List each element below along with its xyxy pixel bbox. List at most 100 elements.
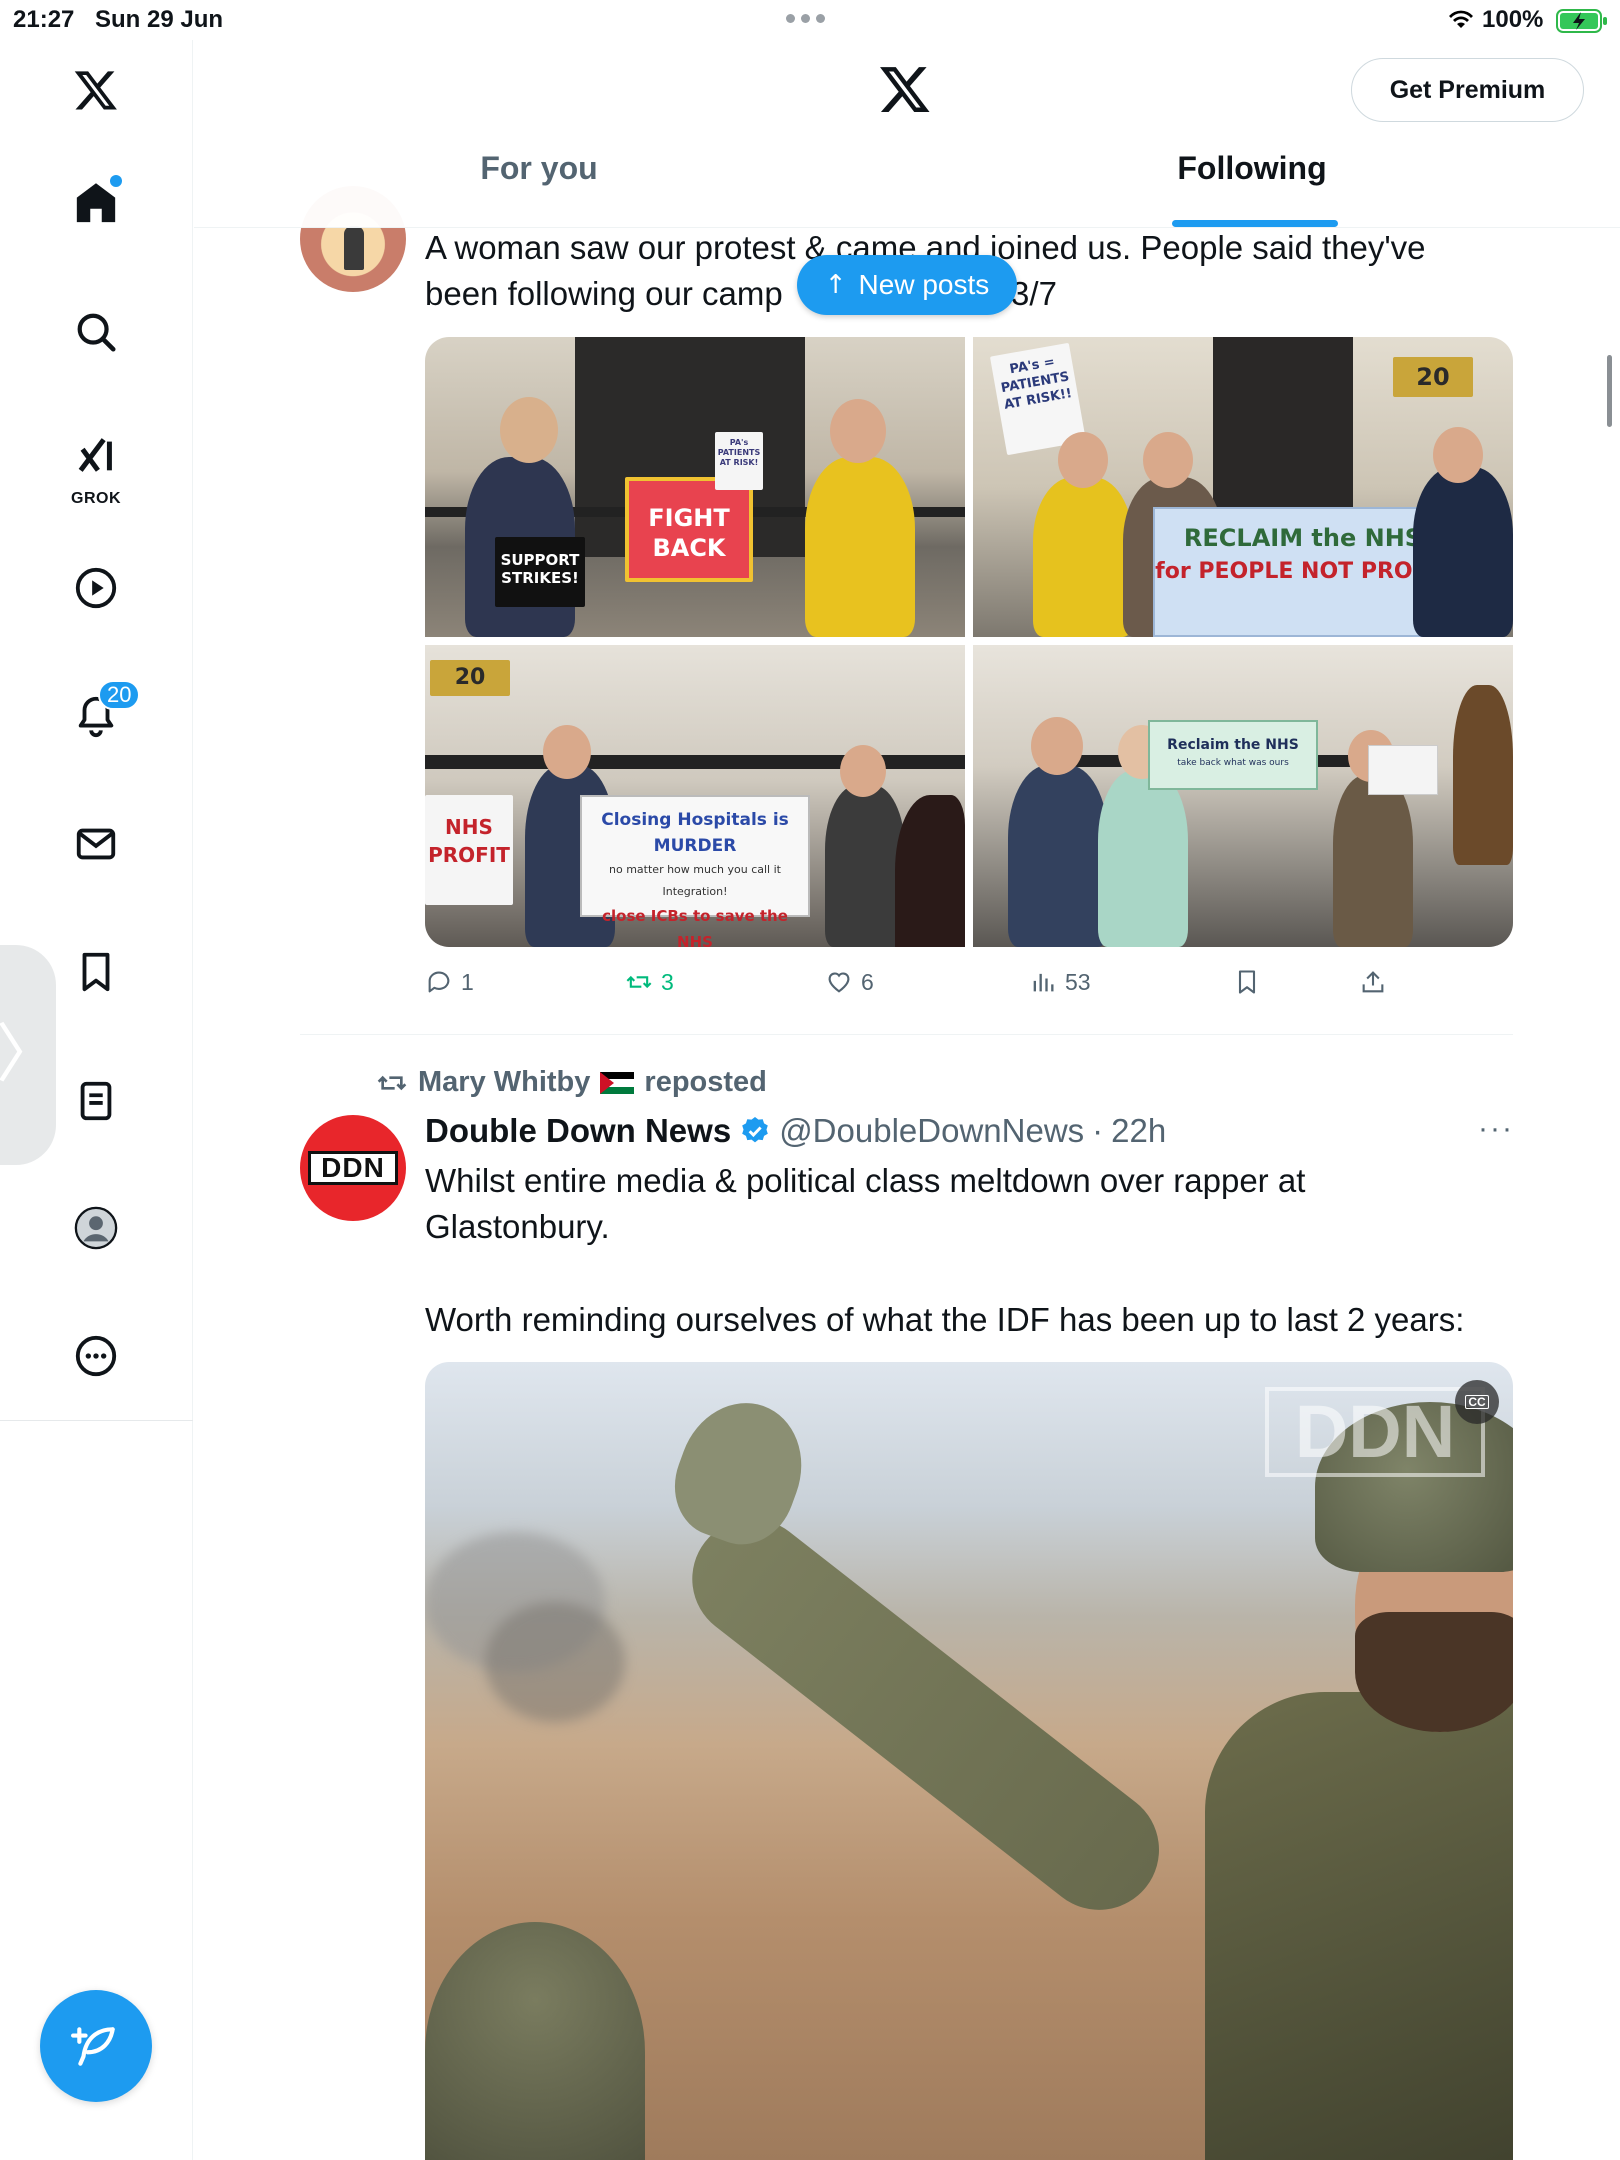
- tweet-text-fragment: been following our camp: [425, 275, 783, 312]
- photo-banner: Closing Hospitals is MURDER no matter ho…: [580, 795, 810, 947]
- photo-bag-text: SUPPORT STRIKES!: [495, 537, 585, 607]
- video-figure: [1355, 1612, 1513, 1732]
- tweet-photo-grid: SUPPORT STRIKES! FIGHT BACK PA's PATIENT…: [425, 337, 1513, 947]
- tweet-timestamp[interactable]: 22h: [1111, 1112, 1166, 1150]
- active-tab-indicator: [1172, 220, 1338, 227]
- tweet-text-line: Whilst entire media & political class me…: [425, 1162, 1306, 1199]
- heart-icon: [828, 972, 850, 993]
- palestine-flag-icon: [600, 1071, 635, 1094]
- photo-sign-text: Closing Hospitals is MURDER: [601, 810, 789, 856]
- author-name[interactable]: Double Down News: [425, 1112, 731, 1150]
- tweet-text: Worth reminding ourselves of what the ID…: [425, 1301, 1465, 1338]
- get-premium-button[interactable]: Get Premium: [1351, 58, 1584, 122]
- compose-button[interactable]: [40, 1990, 152, 2102]
- notifications-icon[interactable]: 20: [56, 676, 141, 756]
- views-count: 53: [1065, 968, 1091, 995]
- x-logo-icon[interactable]: [56, 50, 136, 130]
- avatar-logo-text: DDN: [308, 1151, 398, 1185]
- views-button[interactable]: 53: [1029, 968, 1091, 996]
- repost-label: reposted: [644, 1066, 767, 1098]
- repost-user[interactable]: Mary Whitby: [418, 1066, 590, 1099]
- like-button[interactable]: 6: [825, 968, 874, 996]
- status-bar: 21:27 Sun 29 Jun 100%: [0, 0, 1620, 40]
- battery-charging-icon: [1556, 9, 1607, 33]
- x-header-logo-icon[interactable]: [878, 62, 932, 116]
- wifi-icon: [1449, 10, 1473, 28]
- photo-sign-text: NHS PROFIT: [425, 795, 513, 905]
- search-icon[interactable]: [56, 292, 136, 372]
- tweet-text: Whilst entire media & political class me…: [425, 1158, 1525, 1250]
- photo-banner: Reclaim the NHS take back what was ours: [1148, 720, 1318, 790]
- multitasking-dots-icon[interactable]: [786, 14, 832, 24]
- tab-for-you[interactable]: For you: [194, 150, 884, 228]
- cc-label: CC: [1465, 1395, 1489, 1409]
- bookmark-button[interactable]: [1233, 968, 1261, 996]
- side-panel-handle[interactable]: 〉: [0, 945, 60, 1165]
- photo-sign-text: close ICBs to save the NHS: [602, 907, 788, 947]
- more-options-icon[interactable]: ···: [1478, 1112, 1514, 1146]
- chevron-right-icon: 〉: [0, 1018, 60, 1092]
- timeline-header: Get Premium For you Following: [194, 40, 1620, 228]
- share-button[interactable]: [1359, 968, 1387, 996]
- battery-percentage: 100%: [1482, 6, 1544, 33]
- messages-icon[interactable]: [56, 804, 136, 884]
- grok-label: GROK: [71, 490, 121, 507]
- repost-icon: [626, 975, 652, 989]
- photo-banner: RECLAIM the NHS for PEOPLE NOT PROFIT: [1153, 507, 1453, 637]
- photo-sign-text: Reclaim the NHS: [1167, 737, 1299, 753]
- grok-icon[interactable]: GROK: [56, 416, 136, 516]
- sidebar-divider: [0, 1420, 193, 1421]
- status-date: Sun 29 Jun: [95, 6, 224, 33]
- photo-sign-text: take back what was ours: [1177, 758, 1289, 768]
- photo-sign-text: for PEOPLE NOT PROFIT: [1155, 559, 1451, 584]
- tweet-header: Double Down News @DoubleDownNews · 22h: [425, 1108, 1166, 1154]
- tweet-photo-2[interactable]: PA's = PATIENTS AT RISK!! RECLAIM the NH…: [973, 337, 1513, 637]
- video-figure: [668, 1494, 1184, 1935]
- like-count: 6: [861, 968, 874, 995]
- scroll-indicator[interactable]: [1607, 355, 1612, 427]
- video-figure: [425, 1922, 645, 2160]
- tab-following[interactable]: Following: [884, 150, 1620, 228]
- views-chart-icon: [1033, 973, 1054, 992]
- photo-sign-text: RECLAIM the NHS: [1183, 524, 1423, 552]
- reply-count: 1: [461, 968, 474, 995]
- bookmarks-icon[interactable]: [56, 932, 136, 1012]
- status-time: 21:27: [13, 6, 75, 33]
- tweet-text-line: Glastonbury.: [425, 1208, 610, 1245]
- author-handle[interactable]: @DoubleDownNews: [779, 1112, 1084, 1150]
- profile-avatar-icon[interactable]: [56, 1188, 136, 1268]
- tweet-photo-4[interactable]: Reclaim the NHS take back what was ours: [973, 645, 1513, 947]
- photo-sign-text: FIGHT BACK: [625, 477, 753, 582]
- video-watermark: DDN: [1265, 1387, 1485, 1477]
- reply-icon: [428, 971, 450, 993]
- home-new-dot: [110, 175, 122, 187]
- tweet-photo-3[interactable]: 20 NHS PROFIT Closing Hospitals is MURDE…: [425, 645, 965, 947]
- reply-button[interactable]: 1: [425, 968, 474, 996]
- share-icon: [1362, 971, 1384, 993]
- tweet-divider: [300, 1034, 1513, 1035]
- repost-button[interactable]: 3: [625, 968, 674, 996]
- video-play-icon[interactable]: [56, 548, 136, 628]
- photo-number-text: 20: [430, 660, 510, 696]
- lists-icon[interactable]: [56, 1061, 136, 1141]
- photo-number-text: 20: [1393, 357, 1473, 397]
- photo-sign-text: PA's PATIENTS AT RISK!: [715, 432, 763, 490]
- closed-captions-button[interactable]: CC: [1455, 1380, 1499, 1424]
- more-icon[interactable]: [56, 1316, 136, 1396]
- home-icon[interactable]: [56, 163, 136, 243]
- compose-feather-icon: [71, 2027, 115, 2066]
- video-figure: [1205, 1692, 1513, 2160]
- arrow-up-icon: ↑: [824, 270, 847, 300]
- repost-context[interactable]: Mary Whitby reposted: [376, 1066, 767, 1099]
- repost-icon: [377, 1075, 407, 1090]
- tweet-actions: 1 3 6 53: [425, 968, 1425, 1000]
- tweet-photo-1[interactable]: SUPPORT STRIKES! FIGHT BACK PA's PATIENT…: [425, 337, 965, 637]
- bookmark-icon: [1238, 970, 1256, 994]
- tweet-video[interactable]: DDN CC: [425, 1362, 1513, 2160]
- photo-sign-text: no matter how much you call it Integrati…: [609, 863, 781, 898]
- avatar[interactable]: DDN: [300, 1115, 406, 1221]
- new-posts-button[interactable]: ↑ New posts: [797, 255, 1017, 315]
- new-posts-label: New posts: [858, 269, 990, 300]
- meta-separator: ·: [1092, 1112, 1104, 1149]
- video-figure: [659, 1385, 821, 1559]
